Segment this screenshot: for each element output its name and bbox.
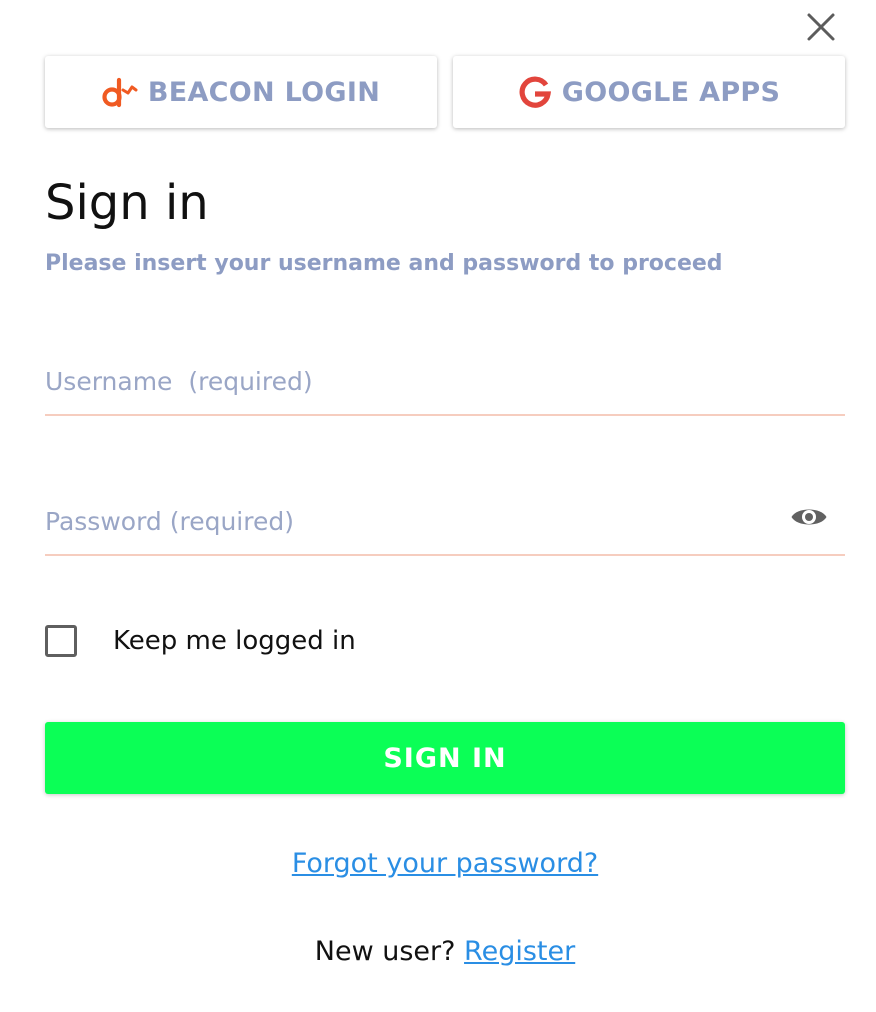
google-apps-button[interactable]: GOOGLE APPS — [453, 56, 845, 128]
show-password-button[interactable] — [789, 500, 829, 534]
keep-logged-in-checkbox[interactable] — [45, 625, 77, 657]
google-apps-label: GOOGLE APPS — [561, 76, 781, 108]
register-row: New user? Register — [0, 934, 876, 970]
register-link[interactable]: Register — [464, 936, 575, 967]
keep-logged-in-row: Keep me logged in — [45, 621, 356, 661]
forgot-password-row: Forgot your password? — [0, 846, 876, 882]
page-title: Sign in — [45, 175, 209, 231]
page-subtitle: Please insert your username and password… — [45, 251, 723, 276]
beacon-logo-icon — [102, 77, 138, 108]
close-button[interactable] — [800, 6, 842, 48]
eye-icon — [791, 509, 827, 525]
username-input[interactable] — [45, 352, 765, 410]
password-input[interactable] — [45, 492, 765, 550]
new-user-text: New user? — [314, 936, 465, 967]
sign-in-button[interactable]: SIGN IN — [45, 722, 845, 794]
google-g-icon — [519, 76, 551, 108]
forgot-password-link[interactable]: Forgot your password? — [292, 848, 598, 879]
close-icon — [807, 13, 835, 41]
username-field — [45, 352, 845, 416]
beacon-login-label: BEACON LOGIN — [147, 76, 381, 108]
keep-logged-in-label: Keep me logged in — [113, 626, 356, 656]
password-field — [45, 492, 845, 556]
beacon-login-button[interactable]: BEACON LOGIN — [45, 56, 437, 128]
